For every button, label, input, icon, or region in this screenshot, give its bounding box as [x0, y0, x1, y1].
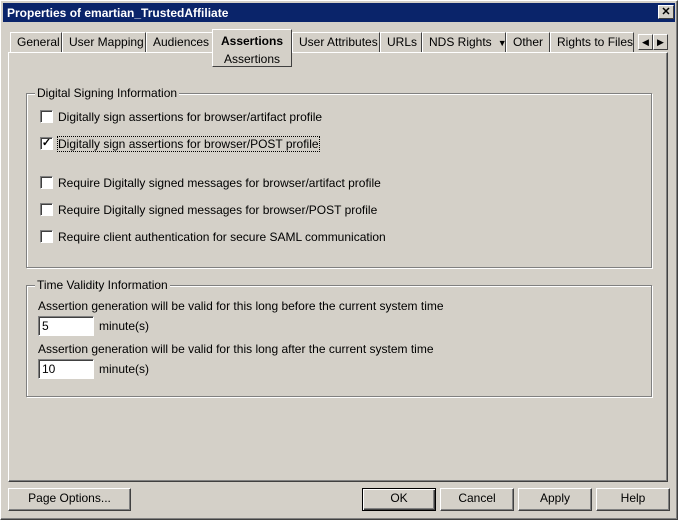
- require-client-auth-label[interactable]: Require client authentication for secure…: [58, 230, 386, 244]
- tab-scroll-right-icon[interactable]: ▶: [653, 34, 668, 50]
- require-signed-post-option[interactable]: Require Digitally signed messages for br…: [40, 202, 377, 218]
- page-options-button[interactable]: Page Options...: [8, 488, 131, 511]
- cancel-button[interactable]: Cancel: [440, 488, 514, 511]
- apply-button[interactable]: Apply: [518, 488, 592, 511]
- after-time-label: Assertion generation will be valid for t…: [38, 342, 434, 356]
- title-bar[interactable]: Properties of emartian_TrustedAffiliate …: [3, 3, 675, 22]
- before-time-input[interactable]: 5: [38, 316, 94, 336]
- tab-urls[interactable]: URLs: [380, 32, 422, 52]
- close-icon[interactable]: ✕: [658, 5, 674, 19]
- tab-user-attributes[interactable]: User Attributes: [292, 32, 380, 52]
- tab-user-mapping[interactable]: User Mapping: [62, 32, 146, 52]
- after-time-input[interactable]: 10: [38, 359, 94, 379]
- tab-general[interactable]: General: [10, 32, 62, 52]
- sign-post-label[interactable]: Digitally sign assertions for browser/PO…: [57, 136, 320, 152]
- tab-assertions-label: Assertions: [220, 34, 284, 48]
- assertions-panel: Digital Signing Information Digitally si…: [8, 52, 668, 482]
- require-client-auth-checkbox[interactable]: [40, 230, 53, 244]
- tab-nds-rights-label: NDS Rights: [429, 35, 492, 49]
- require-signed-artifact-label[interactable]: Require Digitally signed messages for br…: [58, 176, 381, 190]
- time-validity-legend: Time Validity Information: [35, 278, 170, 292]
- tab-other[interactable]: Other: [506, 32, 550, 52]
- require-signed-artifact-option[interactable]: Require Digitally signed messages for br…: [40, 175, 381, 191]
- sign-post-checkbox[interactable]: ✓: [40, 137, 53, 151]
- tab-assertions[interactable]: Assertions Assertions: [212, 29, 292, 67]
- sign-post-option[interactable]: ✓ Digitally sign assertions for browser/P…: [40, 136, 320, 152]
- sign-artifact-checkbox[interactable]: [40, 110, 53, 124]
- tab-rights-to-files[interactable]: Rights to Files: [550, 32, 634, 52]
- ok-button[interactable]: OK: [362, 488, 436, 511]
- sign-artifact-label[interactable]: Digitally sign assertions for browser/ar…: [58, 110, 322, 124]
- tab-scroll-left-icon[interactable]: ◀: [638, 34, 653, 50]
- window-title: Properties of emartian_TrustedAffiliate: [7, 6, 229, 20]
- sign-artifact-option[interactable]: Digitally sign assertions for browser/ar…: [40, 109, 322, 125]
- require-signed-post-label[interactable]: Require Digitally signed messages for br…: [58, 203, 377, 217]
- help-button[interactable]: Help: [596, 488, 670, 511]
- digital-signing-legend: Digital Signing Information: [35, 86, 180, 100]
- digital-signing-group: Digital Signing Information Digitally si…: [26, 86, 652, 268]
- before-time-unit: minute(s): [99, 319, 150, 333]
- require-signed-post-checkbox[interactable]: [40, 203, 53, 217]
- require-client-auth-option[interactable]: Require client authentication for secure…: [40, 229, 386, 245]
- tab-audiences[interactable]: Audiences: [146, 32, 214, 52]
- after-time-unit: minute(s): [99, 362, 150, 376]
- tab-assertions-sublabel[interactable]: Assertions: [213, 48, 291, 70]
- before-time-label: Assertion generation will be valid for t…: [38, 299, 444, 313]
- tab-nds-rights[interactable]: NDS Rights ▼: [422, 32, 507, 52]
- require-signed-artifact-checkbox[interactable]: [40, 176, 53, 190]
- time-validity-group: Time Validity Information Assertion gene…: [26, 278, 652, 397]
